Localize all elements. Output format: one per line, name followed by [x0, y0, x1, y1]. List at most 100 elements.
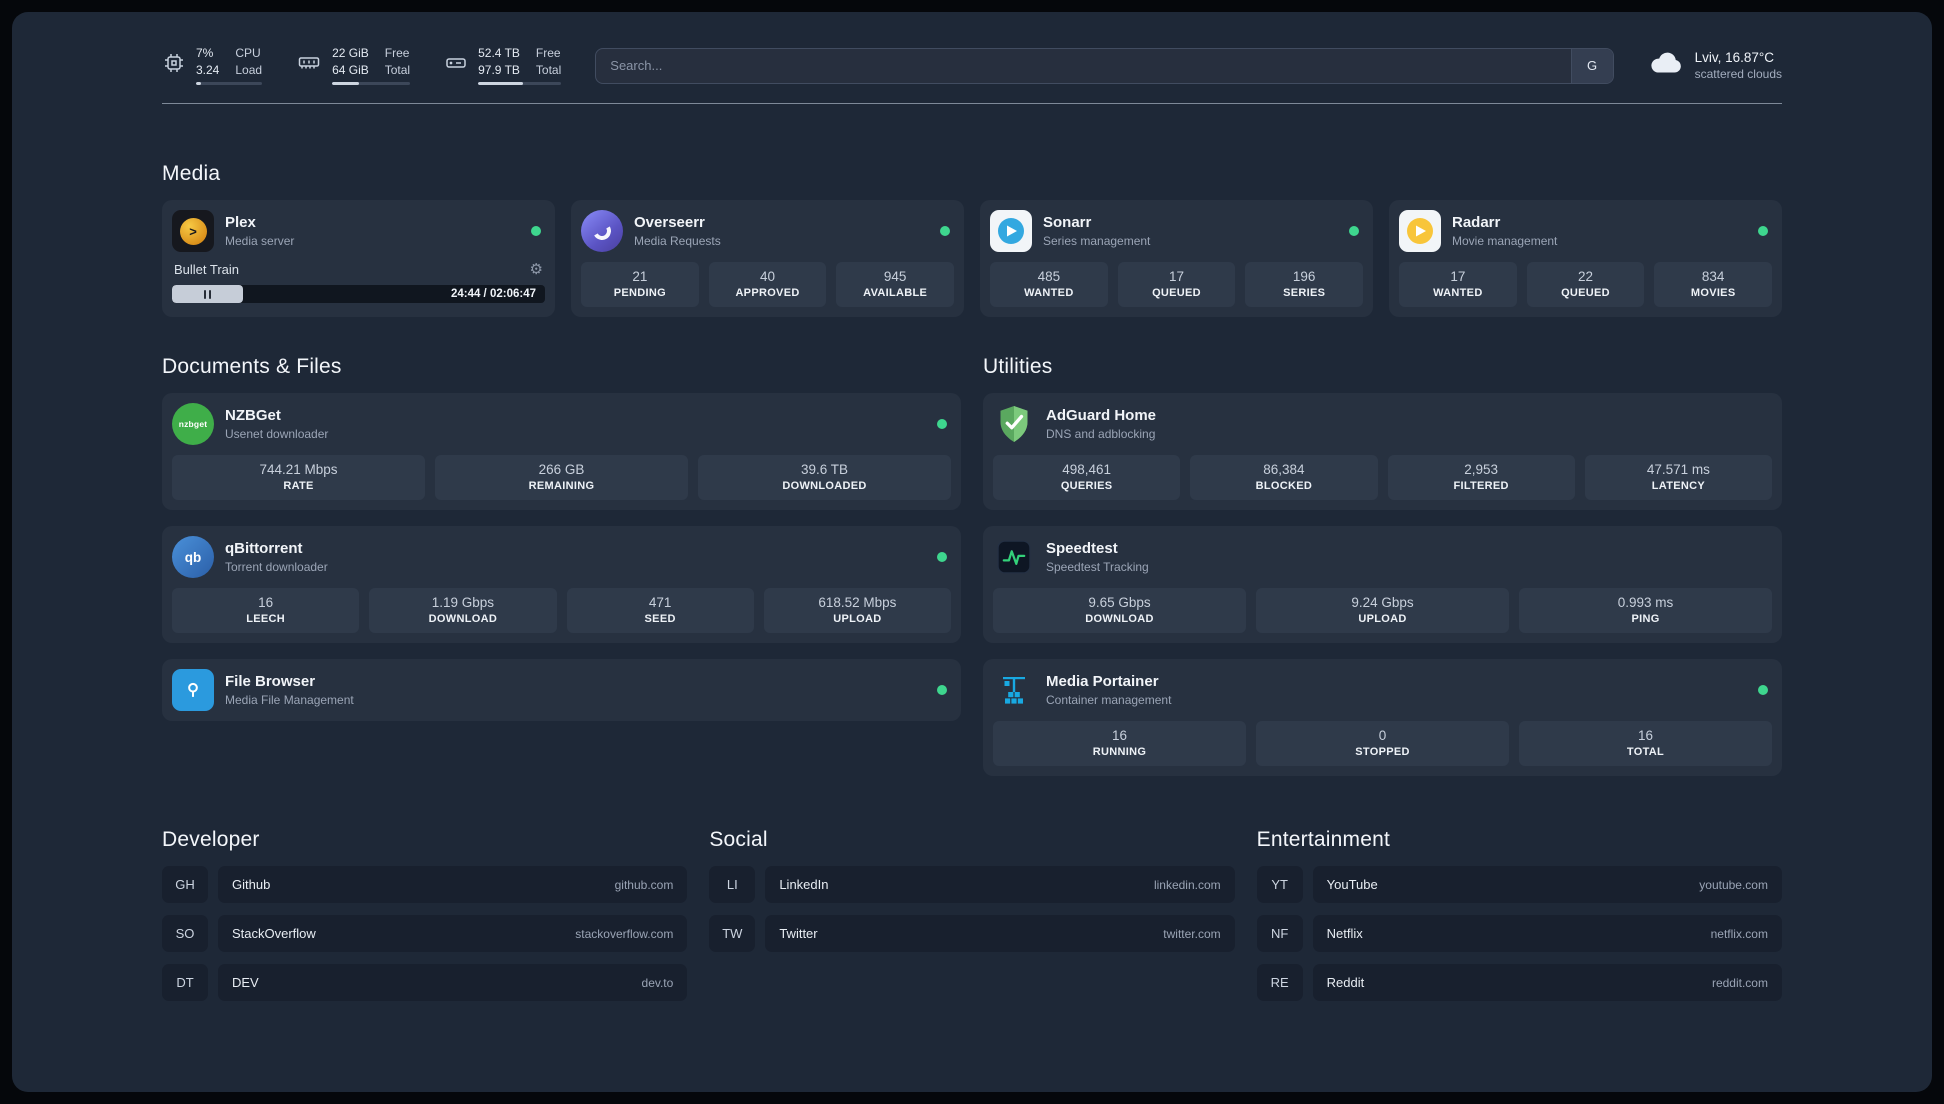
- stat-rate: 744.21 Mbps RATE: [172, 455, 425, 501]
- stat-wanted: 485 WANTED: [990, 262, 1108, 308]
- memory-progress-bar: [332, 82, 411, 86]
- stat-ping: 0.993 ms PING: [1519, 588, 1772, 634]
- cloud-icon: [1648, 50, 1684, 81]
- memory-free-value: 22 GiB: [332, 46, 369, 60]
- stat-series: 196 SERIES: [1245, 262, 1364, 308]
- stat-seed: 471 SEED: [566, 588, 754, 634]
- qbittorrent-icon: qb: [172, 536, 214, 579]
- bookmark-group-entertainment: Entertainment YT YouTube youtube.com NF …: [1256, 828, 1782, 1013]
- portainer-icon: [993, 669, 1035, 711]
- bookmark-name: DEV: [232, 975, 259, 991]
- bookmark-abbr: DT: [162, 964, 208, 1002]
- bookmark-abbr: GH: [162, 866, 208, 904]
- bookmark-name: Twitter: [779, 926, 818, 942]
- service-description: Movie management: [1452, 234, 1558, 249]
- stat-remaining: 266 GB REMAINING: [435, 455, 688, 501]
- bookmark-domain: twitter.com: [1163, 926, 1221, 941]
- section-title-social: Social: [709, 828, 768, 852]
- disk-free-label: Free: [535, 46, 561, 60]
- service-card-sonarr[interactable]: Sonarr Series management 485 WANTED 17 Q…: [980, 200, 1373, 318]
- section-title-entertainment: Entertainment: [1256, 828, 1390, 852]
- adguard-icon: [993, 403, 1035, 445]
- service-description: Usenet downloader: [225, 427, 329, 442]
- stat-movies: 834 MOVIES: [1654, 262, 1773, 308]
- service-card-speedtest[interactable]: Speedtest Speedtest Tracking 9.65 Gbps D…: [983, 526, 1782, 644]
- playback-progress-bar[interactable]: 24:44 / 02:06:47: [172, 285, 545, 304]
- cpu-icon: [162, 51, 186, 80]
- gear-icon[interactable]: ⚙: [530, 262, 543, 277]
- pause-icon[interactable]: [203, 289, 212, 299]
- service-description: Speedtest Tracking: [1046, 560, 1149, 575]
- bookmark-youtube[interactable]: YT YouTube youtube.com: [1256, 866, 1782, 904]
- service-card-plex[interactable]: > Plex Media server Bullet Train ⚙ 24:44…: [162, 200, 555, 318]
- dashboard: 7% 3.24 CPU Load 22 GiB 64 GiB Free Tota…: [12, 12, 1932, 1092]
- cpu-usage-value: 7%: [196, 46, 214, 60]
- stat-upload: 9.24 Gbps UPLOAD: [1256, 588, 1509, 634]
- bookmark-name: Netflix: [1326, 926, 1363, 942]
- service-card-overseerr[interactable]: Overseerr Media Requests 21 PENDING 40 A…: [571, 200, 964, 318]
- stat-running: 16 RUNNING: [993, 721, 1246, 767]
- top-bar: 7% 3.24 CPU Load 22 GiB 64 GiB Free Tota…: [162, 32, 1782, 103]
- overseerr-icon: [581, 210, 623, 253]
- stat-queries: 498,461 QUERIES: [993, 455, 1181, 501]
- service-name: AdGuard Home: [1046, 407, 1157, 425]
- service-name: Media Portainer: [1046, 673, 1159, 691]
- bookmark-twitter[interactable]: TW Twitter twitter.com: [709, 915, 1235, 953]
- service-card-nzbget[interactable]: nzbget NZBGet Usenet downloader 744.21 M…: [162, 393, 961, 511]
- bookmark-group-social: Social LI LinkedIn linkedin.com TW Twitt…: [709, 828, 1235, 1013]
- service-name: NZBGet: [225, 407, 281, 425]
- memory-total-label: Total: [384, 62, 411, 77]
- stat-blocked: 86,384 BLOCKED: [1190, 455, 1378, 501]
- status-dot: [937, 419, 947, 430]
- service-name: Overseerr: [634, 214, 705, 232]
- stat-queued: 17 QUEUED: [1117, 262, 1236, 308]
- bookmark-stackoverflow[interactable]: SO StackOverflow stackoverflow.com: [162, 915, 688, 953]
- search-input[interactable]: [596, 48, 1571, 83]
- bookmark-domain: linkedin.com: [1153, 877, 1221, 892]
- service-card-portainer[interactable]: Media Portainer Container management 16 …: [983, 659, 1782, 777]
- stat-approved: 40 APPROVED: [708, 262, 827, 308]
- weather-widget: Lviv, 16.87°C scattered clouds: [1648, 50, 1782, 81]
- weather-location: Lviv, 16.87°C: [1694, 50, 1775, 66]
- topbar-divider: [162, 103, 1782, 105]
- service-name: File Browser: [225, 673, 316, 691]
- stat-download: 9.65 Gbps DOWNLOAD: [993, 588, 1246, 634]
- bookmark-netflix[interactable]: NF Netflix netflix.com: [1256, 915, 1782, 953]
- bookmark-abbr: SO: [162, 915, 208, 953]
- stat-downloaded: 39.6 TB DOWNLOADED: [698, 455, 951, 501]
- memory-icon: [296, 51, 322, 80]
- stat-pending: 21 PENDING: [581, 262, 699, 308]
- service-card-radarr[interactable]: Radarr Movie management 17 WANTED 22 QUE…: [1389, 200, 1782, 318]
- section-title-media: Media: [162, 162, 221, 186]
- section-utilities: Utilities AdGuard Home DNS and adblockin…: [983, 355, 1782, 777]
- service-name: Sonarr: [1043, 214, 1092, 232]
- memory-total-value: 64 GiB: [332, 62, 369, 77]
- section-documents: Documents & Files nzbget NZBGet Usenet d…: [162, 355, 961, 722]
- weather-condition: scattered clouds: [1694, 67, 1782, 82]
- bookmark-reddit[interactable]: RE Reddit reddit.com: [1256, 964, 1782, 1002]
- service-description: Media server: [225, 234, 295, 249]
- service-description: Series management: [1043, 234, 1151, 249]
- service-description: Media File Management: [225, 693, 354, 708]
- search-provider-button[interactable]: G: [1570, 48, 1613, 83]
- bookmark-domain: reddit.com: [1711, 975, 1768, 990]
- bookmark-domain: dev.to: [641, 975, 674, 990]
- bookmark-github[interactable]: GH Github github.com: [162, 866, 688, 904]
- filebrowser-icon: [172, 669, 214, 712]
- service-card-qbittorrent[interactable]: qb qBittorrent Torrent downloader 16 LEE…: [162, 526, 961, 644]
- bookmark-linkedin[interactable]: LI LinkedIn linkedin.com: [709, 866, 1235, 904]
- service-name: Speedtest: [1046, 540, 1118, 558]
- service-card-adguard[interactable]: AdGuard Home DNS and adblocking 498,461 …: [983, 393, 1782, 511]
- stat-upload: 618.52 Mbps UPLOAD: [763, 588, 951, 634]
- stat-available: 945 AVAILABLE: [836, 262, 955, 308]
- bookmark-abbr: RE: [1256, 964, 1303, 1002]
- plex-icon: >: [172, 210, 214, 253]
- status-dot: [937, 552, 947, 563]
- service-card-filebrowser[interactable]: File Browser Media File Management: [162, 659, 961, 722]
- sonarr-icon: [990, 210, 1032, 253]
- bookmark-dev[interactable]: DT DEV dev.to: [162, 964, 688, 1002]
- stat-latency: 47.571 ms LATENCY: [1584, 455, 1772, 501]
- bookmark-name: LinkedIn: [779, 877, 829, 893]
- cpu-widget: 7% 3.24 CPU Load: [162, 46, 263, 86]
- section-title-developer: Developer: [162, 828, 260, 852]
